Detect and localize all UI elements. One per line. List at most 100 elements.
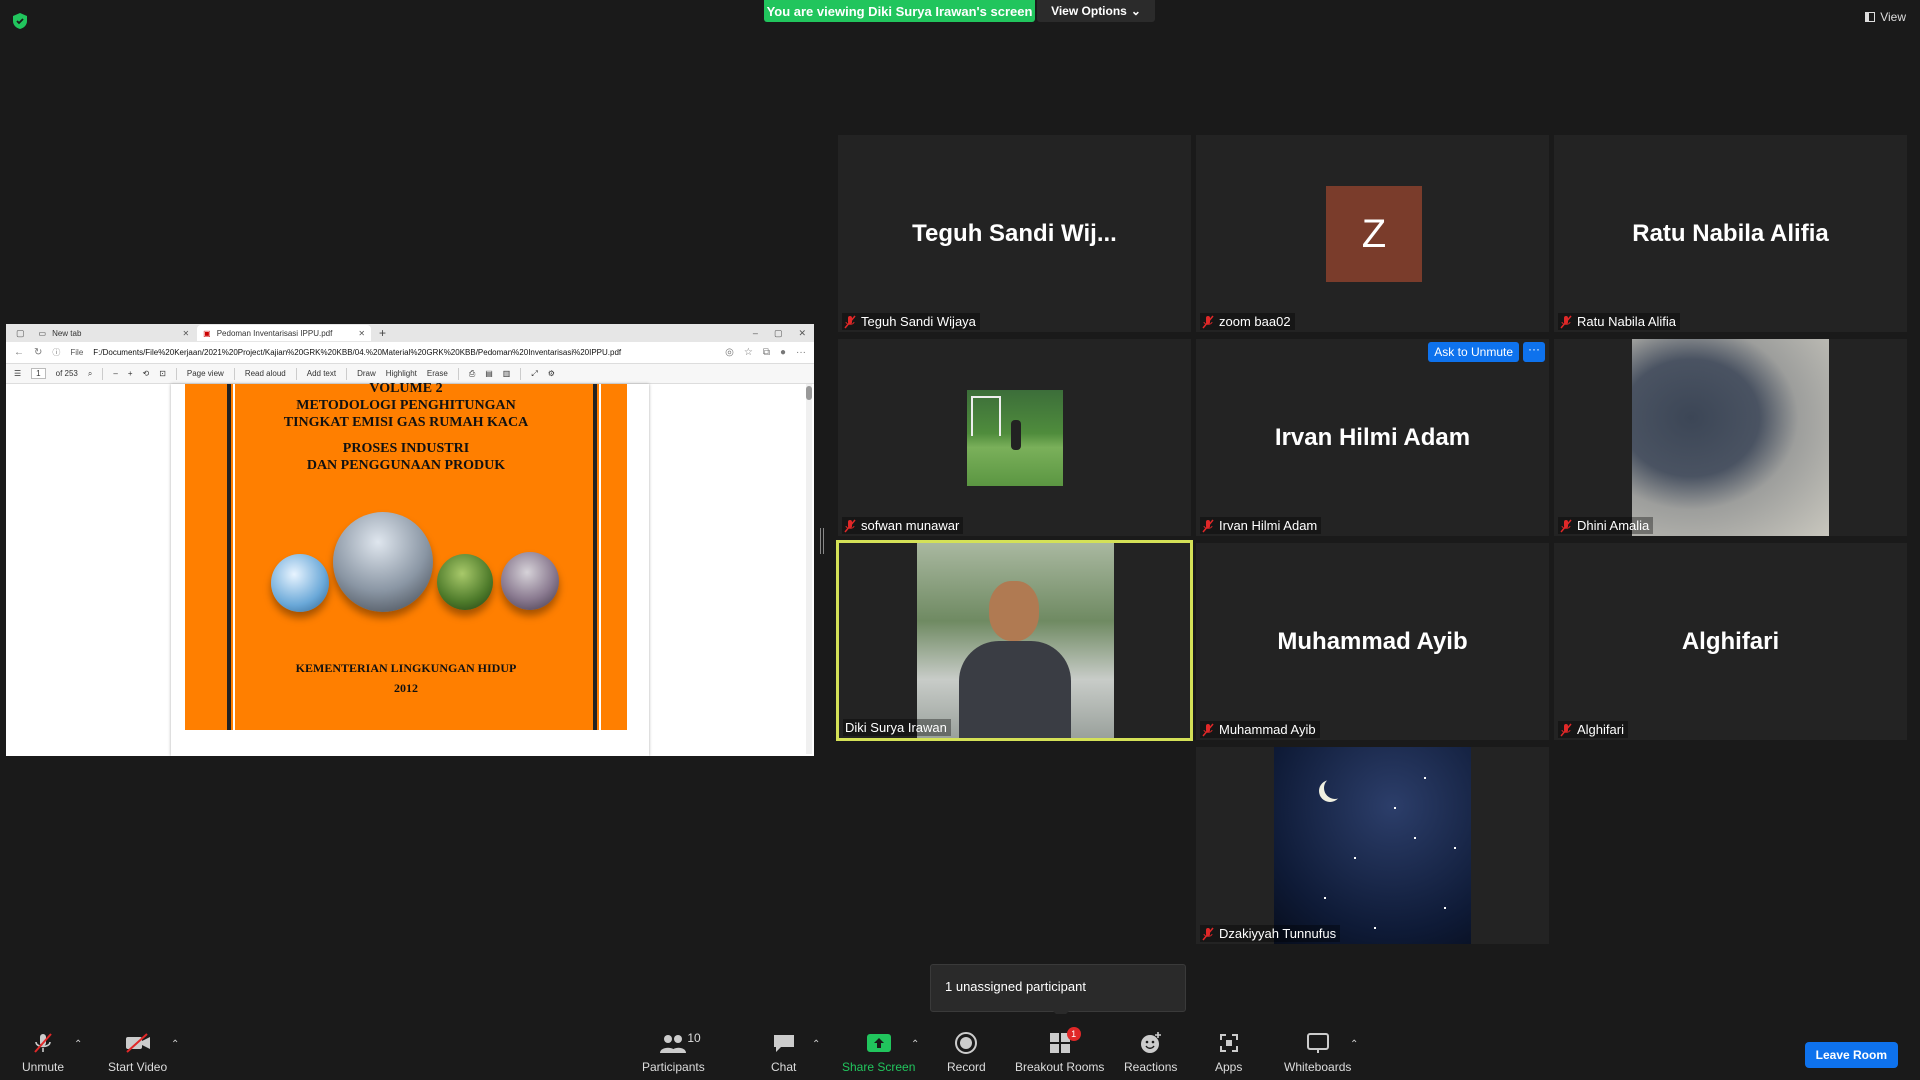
save-as-icon[interactable]: ▥ bbox=[503, 369, 511, 378]
video-tile[interactable]: Dhini Amalia bbox=[1554, 339, 1907, 536]
reactions-button[interactable]: Reactions bbox=[1124, 1031, 1177, 1074]
apps-button[interactable]: Apps bbox=[1215, 1031, 1242, 1074]
rotate-icon[interactable]: ⟲ bbox=[142, 369, 149, 378]
participant-avatar: Z bbox=[1326, 186, 1422, 282]
contents-icon[interactable]: ☰ bbox=[14, 369, 21, 378]
ask-to-unmute-button[interactable]: Ask to Unmute bbox=[1428, 342, 1519, 362]
video-options-chevron-icon[interactable]: ⌃ bbox=[171, 1039, 179, 1050]
unmute-button[interactable]: Unmute bbox=[22, 1031, 64, 1074]
page-view-button[interactable]: Page view bbox=[187, 369, 224, 378]
video-tile[interactable]: Teguh Sandi Wij... Teguh Sandi Wijaya bbox=[838, 135, 1191, 332]
participants-button[interactable]: 10 Participants bbox=[642, 1031, 705, 1074]
chat-button[interactable]: Chat bbox=[771, 1031, 796, 1074]
video-tile[interactable]: sofwan munawar bbox=[838, 339, 1191, 536]
close-tab-icon[interactable]: ✕ bbox=[182, 329, 189, 338]
breakout-rooms-badge: 1 bbox=[1066, 1027, 1081, 1041]
participants-icon bbox=[660, 1035, 687, 1053]
fullscreen-icon[interactable]: ⤢ bbox=[531, 369, 537, 379]
profile-icon[interactable]: ● bbox=[780, 347, 786, 358]
video-tile[interactable]: Dzakiyyah Tunnufus bbox=[1196, 747, 1549, 944]
video-tile[interactable]: Ratu Nabila Alifia Ratu Nabila Alifia bbox=[1554, 135, 1907, 332]
browser-tab-bar: ▢ ▭ New tab ✕ ▣ Pedoman Inventarisasi IP… bbox=[6, 324, 814, 342]
security-shield-icon[interactable] bbox=[12, 12, 28, 30]
meeting-toolbar: Unmute ⌃ Start Video ⌃ 10 Participants C… bbox=[0, 1014, 1920, 1080]
cover-orb-grass bbox=[437, 554, 493, 610]
apps-label: Apps bbox=[1215, 1060, 1243, 1074]
divider bbox=[175, 367, 177, 380]
draw-button[interactable]: Draw bbox=[357, 369, 376, 378]
cover-subtitle-line: PROSES INDUSTRI bbox=[342, 441, 470, 456]
view-button[interactable]: View bbox=[1865, 10, 1906, 24]
video-feed-shadow bbox=[1632, 339, 1829, 536]
icon-wrap bbox=[772, 1031, 796, 1055]
info-icon[interactable]: ⓘ bbox=[52, 347, 60, 358]
start-video-label: Start Video bbox=[108, 1060, 168, 1074]
view-label: View bbox=[1880, 10, 1906, 24]
reactions-icon bbox=[1140, 1032, 1161, 1053]
reactions-label: Reactions bbox=[1124, 1060, 1178, 1074]
share-options-chevron-icon[interactable]: ⌃ bbox=[911, 1039, 919, 1050]
whiteboard-options-chevron-icon[interactable]: ⌃ bbox=[1350, 1039, 1358, 1050]
more-icon[interactable]: ··· bbox=[796, 347, 806, 358]
split-resize-handle[interactable] bbox=[820, 528, 824, 554]
video-tile[interactable]: Z zoom baa02 bbox=[1196, 135, 1549, 332]
video-tile[interactable]: Ask to Unmute ··· Irvan Hilmi Adam Irvan… bbox=[1196, 339, 1549, 536]
mic-muted-icon bbox=[1202, 723, 1214, 736]
tab-actions-icon[interactable]: ▢ bbox=[10, 328, 31, 339]
cover-year: 2012 bbox=[394, 681, 418, 695]
browser-tab-pdf[interactable]: ▣ Pedoman Inventarisasi IPPU.pdf ✕ bbox=[197, 325, 372, 341]
print-icon[interactable]: ⎙ bbox=[469, 369, 475, 379]
page-number-input[interactable]: 1 bbox=[31, 368, 46, 379]
zoom-in-icon[interactable]: + bbox=[128, 369, 133, 378]
record-label: Record bbox=[947, 1060, 986, 1074]
icon-wrap bbox=[1218, 1031, 1240, 1055]
highlight-button[interactable]: Highlight bbox=[386, 369, 417, 378]
video-tile[interactable]: Muhammad Ayib Muhammad Ayib bbox=[1196, 543, 1549, 740]
presenter-head bbox=[989, 581, 1039, 641]
more-options-button[interactable]: ··· bbox=[1523, 342, 1545, 362]
cover-orb-windmill bbox=[271, 554, 329, 612]
pdf-scrollbar[interactable] bbox=[806, 384, 812, 754]
search-icon[interactable]: ⌕ bbox=[88, 369, 92, 379]
tab-label: New tab bbox=[52, 328, 82, 338]
collections-icon[interactable]: ⧉ bbox=[763, 347, 770, 358]
fit-icon[interactable]: ⊡ bbox=[159, 369, 166, 378]
breakout-rooms-button[interactable]: 1 Breakout Rooms bbox=[1015, 1027, 1104, 1074]
pdf-viewer[interactable]: VOLUME 2 METODOLOGI PENGHITUNGAN TINGKAT… bbox=[6, 381, 814, 756]
cover-subtitle-line: DAN PENGGUNAAN PRODUK bbox=[306, 458, 506, 473]
close-tab-icon[interactable]: ✕ bbox=[358, 329, 365, 338]
save-icon[interactable]: ▤ bbox=[485, 369, 493, 378]
whiteboards-button[interactable]: Whiteboards bbox=[1284, 1031, 1351, 1074]
close-window-icon[interactable]: ✕ bbox=[798, 328, 806, 339]
participants-label: Participants bbox=[642, 1060, 705, 1074]
start-video-button[interactable]: Start Video bbox=[108, 1031, 167, 1074]
browser-tab-new[interactable]: ▭ New tab ✕ bbox=[33, 325, 196, 341]
minimize-icon[interactable]: – bbox=[753, 328, 758, 339]
record-button[interactable]: Record bbox=[947, 1031, 986, 1074]
view-options-button[interactable]: View Options ⌄ bbox=[1037, 0, 1155, 22]
settings-icon[interactable]: ⚙ bbox=[548, 369, 555, 378]
share-screen-button[interactable]: Share Screen bbox=[842, 1031, 915, 1074]
favorite-icon[interactable]: ☆ bbox=[744, 347, 753, 358]
unassigned-participant-tooltip[interactable]: 1 unassigned participant bbox=[930, 964, 1186, 1019]
participant-display-name: Irvan Hilmi Adam bbox=[1274, 423, 1471, 451]
read-mode-icon[interactable]: ◎ bbox=[725, 347, 734, 358]
leave-room-button[interactable]: Leave Room bbox=[1804, 1042, 1898, 1068]
video-tile-active-speaker[interactable]: Diki Surya Irawan bbox=[836, 540, 1193, 741]
url-field[interactable]: F:/Documents/File%20Kerjaan/2021%20Proje… bbox=[93, 348, 715, 357]
audio-options-chevron-icon[interactable]: ⌃ bbox=[74, 1039, 82, 1050]
maximize-icon[interactable]: ▢ bbox=[774, 328, 783, 339]
add-text-button[interactable]: Add text bbox=[307, 369, 336, 378]
scrollbar-thumb[interactable] bbox=[806, 386, 812, 400]
new-tab-icon[interactable]: + bbox=[373, 326, 392, 340]
reload-icon[interactable]: ↻ bbox=[34, 347, 42, 358]
address-bar: ← ↻ ⓘ File F:/Documents/File%20Kerjaan/2… bbox=[6, 342, 814, 364]
erase-button[interactable]: Erase bbox=[427, 369, 448, 378]
chat-options-chevron-icon[interactable]: ⌃ bbox=[812, 1039, 820, 1050]
back-icon[interactable]: ← bbox=[14, 347, 24, 358]
zoom-out-icon[interactable]: – bbox=[113, 369, 117, 378]
read-aloud-button[interactable]: Read aloud bbox=[245, 369, 286, 378]
video-tile[interactable]: Alghifari Alghifari bbox=[1554, 543, 1907, 740]
participant-display-name: Alghifari bbox=[1681, 627, 1780, 655]
star-icon bbox=[1394, 807, 1396, 809]
